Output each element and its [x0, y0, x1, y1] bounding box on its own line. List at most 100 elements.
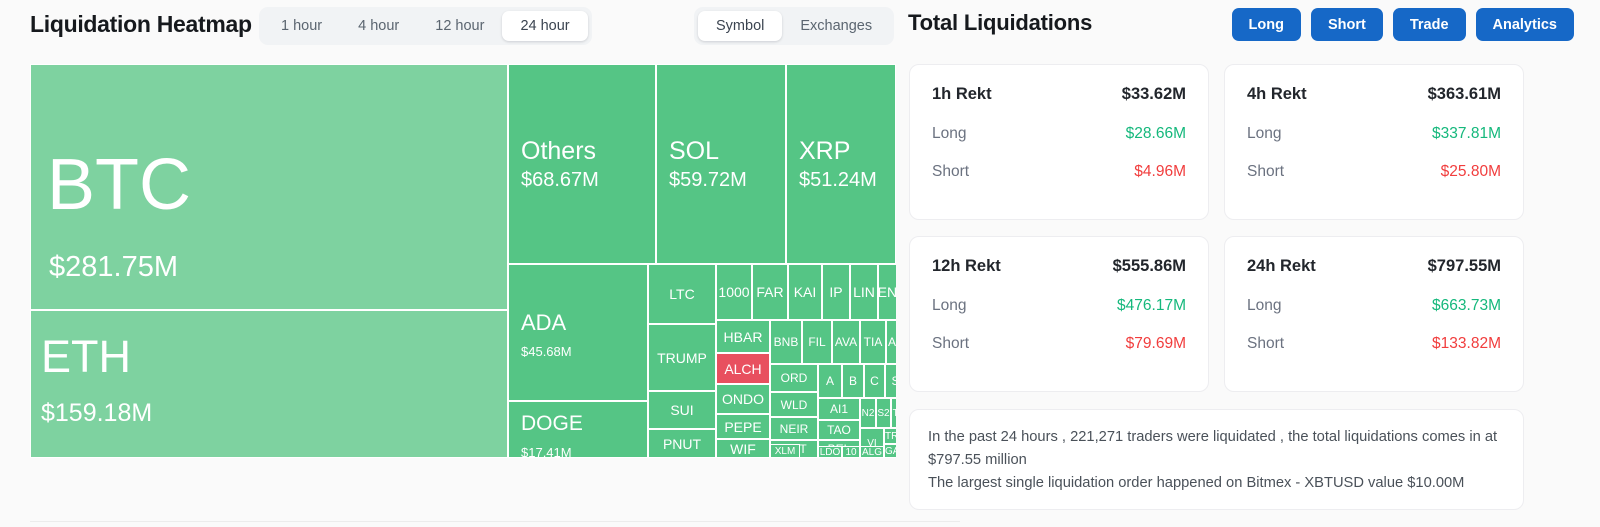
treemap-tile-symbol: TRUMP	[657, 349, 707, 366]
treemap-tile-symbol: SOL	[669, 137, 720, 165]
treemap-tile-symbol: AVA	[834, 335, 858, 349]
treemap-tile-trx[interactable]: TRX	[884, 428, 896, 444]
bottom-divider	[30, 521, 960, 522]
stat-card-4h[interactable]: 4h Rekt $363.61M Long $337.81M Short $25…	[1224, 64, 1524, 220]
summary-note-card: In the past 24 hours , 221,271 traders w…	[909, 409, 1524, 510]
treemap-tile-aa[interactable]: AA	[886, 320, 896, 364]
treemap-tile-trump[interactable]: TRUMP	[648, 324, 716, 391]
treemap-tile-far[interactable]: FAR	[752, 264, 788, 320]
treemap-tile-symbol: T2	[893, 408, 896, 419]
stat-short-label: Short	[932, 163, 970, 180]
treemap-tile-1000[interactable]: 1000	[716, 264, 752, 320]
treemap-tile-alg[interactable]: ALG	[860, 446, 884, 458]
treemap-tile-doge[interactable]: DOGE $17.41M	[508, 401, 648, 458]
treemap-tile-wld[interactable]: WLD	[770, 392, 818, 417]
treemap-tile-bnb[interactable]: BNB	[770, 320, 802, 364]
trade-button[interactable]: Trade	[1392, 8, 1466, 41]
treemap-tile-s2[interactable]: S2	[876, 398, 891, 428]
mode-segmented-control[interactable]: Symbol Exchanges	[694, 7, 895, 45]
timeframe-tab-24h[interactable]: 24 hour	[502, 11, 588, 41]
treemap-tile-t2[interactable]: T2	[891, 398, 896, 428]
timeframe-segmented-control[interactable]: 1 hour 4 hour 12 hour 24 hour	[259, 7, 592, 45]
stat-card-1h[interactable]: 1h Rekt $33.62M Long $28.66M Short $4.96…	[909, 64, 1209, 220]
treemap-tile-ena[interactable]: ENA	[878, 264, 896, 320]
treemap-tile-xlm[interactable]: XLM	[770, 444, 800, 458]
liquidation-treemap[interactable]: BTC $281.75M ETH $159.18M Others $68.67M…	[30, 64, 896, 458]
treemap-tile-tia[interactable]: TIA	[860, 320, 886, 364]
stat-card-total: $555.86M	[1112, 257, 1186, 275]
treemap-tile-ada[interactable]: ADA $45.68M	[508, 264, 648, 401]
treemap-tile-symbol: S2	[877, 407, 890, 419]
treemap-tile-symbol: FAR	[756, 284, 784, 300]
treemap-tile-ord[interactable]: ORD	[770, 364, 818, 392]
mode-tab-exchanges[interactable]: Exchanges	[782, 11, 890, 41]
treemap-tile-pnut[interactable]: PNUT	[648, 429, 716, 458]
stat-long-label: Long	[1247, 297, 1282, 314]
treemap-tile-gal[interactable]: GAL	[884, 444, 896, 458]
summary-line-1: In the past 24 hours , 221,271 traders w…	[928, 429, 1498, 468]
treemap-tile-symbol: N2	[861, 407, 875, 419]
treemap-tile-a[interactable]: A	[818, 364, 842, 398]
treemap-tile-value: $159.18M	[41, 399, 153, 427]
treemap-tile-others[interactable]: Others $68.67M	[508, 64, 656, 264]
analytics-button[interactable]: Analytics	[1475, 8, 1574, 41]
mode-tab-symbol[interactable]: Symbol	[698, 11, 783, 41]
treemap-tile-tao[interactable]: TAO	[818, 420, 860, 440]
treemap-tile-value: $281.75M	[49, 251, 178, 283]
treemap-tile-value: $68.67M	[521, 169, 599, 191]
treemap-tile-symbol: TAO	[827, 423, 851, 437]
stat-long-label: Long	[932, 297, 967, 314]
treemap-tile-alch[interactable]: ALCH	[716, 353, 770, 384]
treemap-tile-b[interactable]: B	[842, 364, 864, 398]
timeframe-tab-12h[interactable]: 12 hour	[417, 11, 502, 41]
treemap-tile-lin[interactable]: LIN	[850, 264, 878, 320]
treemap-tile-symbol: NEIR	[779, 421, 809, 436]
treemap-tile-symbol: XLM	[774, 445, 796, 457]
treemap-tile-fil[interactable]: FIL	[802, 320, 832, 364]
treemap-tile-symbol: Others	[521, 137, 597, 165]
long-button[interactable]: Long	[1231, 8, 1301, 41]
short-button[interactable]: Short	[1310, 8, 1383, 41]
stat-card-total: $797.55M	[1427, 257, 1501, 275]
treemap-tile-symbol: ONDO	[722, 391, 764, 407]
treemap-tile-eth[interactable]: ETH $159.18M	[30, 310, 508, 458]
stat-card-12h[interactable]: 12h Rekt $555.86M Long $476.17M Short $7…	[909, 236, 1209, 392]
treemap-tile-n[interactable]: N2	[860, 398, 876, 428]
treemap-tile-neir[interactable]: NEIR	[770, 417, 818, 440]
summary-line-2: The largest single liquidation order hap…	[928, 474, 1465, 491]
treemap-tile-ava[interactable]: AVA	[832, 320, 860, 364]
stat-long-value: $337.81M	[1432, 125, 1501, 142]
treemap-tile-s[interactable]: S	[885, 364, 896, 398]
treemap-tile-symbol: ETH	[41, 331, 131, 382]
treemap-tile-symbol: XRP	[799, 137, 851, 165]
treemap-tile-sui[interactable]: SUI	[648, 391, 716, 429]
action-button-group: Long Short Trade Analytics	[1231, 8, 1574, 41]
treemap-tile-kai[interactable]: KAI	[788, 264, 822, 320]
timeframe-tab-4h[interactable]: 4 hour	[340, 11, 417, 41]
stat-card-title: 1h Rekt	[932, 85, 992, 103]
treemap-tile-ip[interactable]: IP	[822, 264, 850, 320]
treemap-tile-symbol: FIL	[808, 335, 826, 349]
treemap-tile-hbar[interactable]: HBAR	[716, 320, 770, 353]
treemap-tile-ldo[interactable]: LDO	[818, 446, 842, 458]
timeframe-tab-1h[interactable]: 1 hour	[263, 11, 340, 41]
treemap-tile-c[interactable]: C	[864, 364, 885, 398]
treemap-tile-sol[interactable]: SOL $59.72M	[656, 64, 786, 264]
treemap-tile-symbol: PEPE	[724, 418, 762, 435]
treemap-tile-pepe[interactable]: PEPE	[716, 414, 770, 439]
treemap-tile-ai1[interactable]: AI1	[818, 398, 860, 420]
stat-long-value: $476.17M	[1117, 297, 1186, 314]
treemap-tile-ondo[interactable]: ONDO	[716, 384, 770, 414]
treemap-tile-ltc[interactable]: LTC	[648, 264, 716, 324]
stat-card-24h[interactable]: 24h Rekt $797.55M Long $663.73M Short $1…	[1224, 236, 1524, 392]
treemap-tile-btc[interactable]: BTC $281.75M	[30, 64, 508, 310]
treemap-tile-10[interactable]: 10	[842, 446, 860, 458]
stat-card-total: $363.61M	[1427, 85, 1501, 103]
treemap-tile-symbol: A	[825, 374, 834, 388]
treemap-tile-symbol: GAL	[885, 445, 896, 457]
treemap-tile-xrp[interactable]: XRP $51.24M	[786, 64, 896, 264]
treemap-tile-symbol: TIA	[863, 335, 883, 349]
stat-card-title: 12h Rekt	[932, 257, 1001, 275]
stat-short-value: $4.96M	[1134, 163, 1186, 180]
treemap-tile-wif[interactable]: WIF	[716, 439, 770, 458]
